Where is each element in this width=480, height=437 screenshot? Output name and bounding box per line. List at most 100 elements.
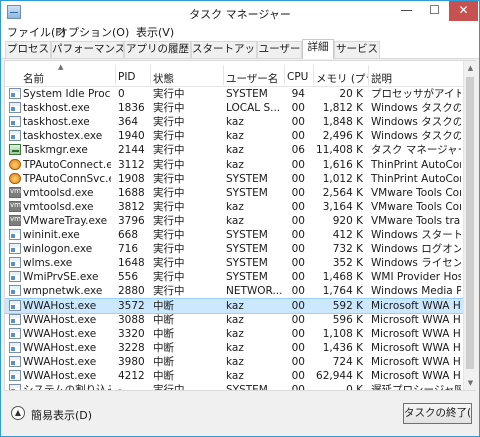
table-row[interactable]: wlms.exe 1648 実行中 SYSTEM 00 352 K Windows ライセン… [5, 256, 463, 270]
column-divider[interactable] [368, 65, 369, 85]
tab-startup[interactable]: スタートアップ [191, 41, 257, 58]
process-cpu: 00 [291, 257, 305, 269]
title-bar[interactable]: タスク マネージャー — ☐ ✕ [1, 1, 479, 23]
vmware-icon [9, 215, 21, 226]
column-divider[interactable] [313, 65, 314, 85]
process-status: 実行中 [153, 116, 185, 128]
process-description: 遅延プロシージャ呼び... [371, 384, 461, 390]
table-row[interactable]: System Idle Process 0 実行中 SYSTEM 94 20 K プロセッサ… [5, 87, 463, 101]
table-row[interactable]: VMwareTray.exe 3796 実行中 kaz 00 920 K VMware To… [5, 214, 463, 228]
table-row[interactable]: Taskmgr.exe 2144 実行中 kaz 06 11,408 K タスク マネージャ… [5, 143, 463, 157]
tab-details[interactable]: 詳細 [302, 39, 334, 59]
table-row[interactable]: taskhostex.exe 1940 実行中 kaz 00 2,496 K Windows… [5, 129, 463, 143]
tab-app-history[interactable]: アプリの履歴 [124, 41, 191, 58]
table-row[interactable]: TPAutoConnSvc.exe 1908 実行中 SYSTEM 00 1,012 K T… [5, 172, 463, 186]
process-memory: 62,944 K [316, 370, 363, 382]
table-row[interactable]: WWAHost.exe 3228 中断 kaz 00 1,436 K Microsoft W… [5, 341, 463, 355]
process-description: Microsoft WWA H... [371, 356, 461, 368]
table-row[interactable]: システムの割り込み - 実行中 SYSTEM 00 0 K 遅延プロシージャ呼び... [5, 383, 463, 390]
process-pid: 3796 [118, 215, 145, 227]
table-row[interactable]: wmpnetwk.exe 2880 実行中 NETWOR... 00 1,764 K Win… [5, 284, 463, 298]
process-description: Windows タスクのホ... [371, 116, 461, 128]
column-header-cpu[interactable]: CPU [287, 71, 311, 83]
tab-users[interactable]: ユーザー [257, 41, 302, 58]
end-task-button[interactable]: タスクの終了(E) [403, 403, 472, 424]
table-header: ▲ 名前 PID 状態 ユーザー名 CPU メモリ (プラ... 説明 [5, 61, 463, 87]
chevron-up-icon[interactable]: ▲ [11, 406, 25, 420]
table-row[interactable]: WWAHost.exe 3980 中断 kaz 00 724 K Microsoft WWA… [5, 355, 463, 369]
column-divider[interactable] [150, 65, 151, 85]
tab-processes[interactable]: プロセス [5, 41, 51, 58]
process-user: kaz [226, 300, 244, 312]
process-description: タスク マネージャー [371, 144, 461, 156]
menu-options[interactable]: オプション(O) [57, 24, 129, 40]
maximize-button[interactable]: ☐ [421, 1, 448, 21]
process-name: WWAHost.exe [23, 370, 97, 382]
table-row[interactable]: taskhost.exe 1836 実行中 LOCAL S... 00 1,812 K Wi… [5, 101, 463, 115]
table-row[interactable]: WWAHost.exe 3572 中断 kaz 00 592 K Microsoft WWA… [5, 298, 463, 314]
process-memory: 2,564 K [322, 187, 363, 199]
process-status: 中断 [153, 356, 174, 368]
column-header-name[interactable]: 名前 [23, 71, 113, 86]
scroll-thumb[interactable] [466, 77, 474, 369]
minimize-button[interactable]: — [393, 1, 420, 21]
process-status: 実行中 [153, 187, 185, 199]
scroll-down-icon[interactable]: ▼ [464, 376, 477, 390]
process-cpu: 00 [291, 271, 305, 283]
table-row[interactable]: vmtoolsd.exe 3812 実行中 kaz 00 3,164 K VMware To… [5, 200, 463, 214]
process-pid: 3980 [118, 356, 145, 368]
process-cpu: 00 [291, 300, 305, 312]
column-divider[interactable] [284, 65, 285, 85]
process-name: TPAutoConnect.exe [23, 159, 111, 171]
process-description: VMware Tools Cor... [371, 187, 461, 199]
tab-services[interactable]: サービス [334, 41, 380, 58]
process-name: taskhost.exe [23, 102, 90, 114]
process-status: 実行中 [153, 88, 185, 100]
process-name: WWAHost.exe [23, 356, 97, 368]
process-name: winlogon.exe [23, 243, 93, 255]
process-pid: 1908 [118, 173, 145, 185]
column-header-pid[interactable]: PID [118, 71, 150, 83]
process-memory: 1,616 K [322, 159, 363, 171]
process-name: システムの割り込み [23, 384, 111, 390]
column-divider[interactable] [115, 65, 116, 85]
column-header-memory[interactable]: メモリ (プラ... [316, 71, 368, 86]
close-button[interactable]: ✕ [449, 1, 478, 21]
column-header-user[interactable]: ユーザー名 [226, 71, 284, 86]
vertical-scrollbar[interactable]: ▲ ▼ [463, 61, 476, 390]
table-row[interactable]: WWAHost.exe 3320 中断 kaz 00 1,108 K Microsoft W… [5, 327, 463, 341]
process-pid: 1836 [118, 102, 145, 114]
table-row[interactable]: TPAutoConnect.exe 3112 実行中 kaz 00 1,616 K Thin… [5, 158, 463, 172]
process-pid: 3228 [118, 342, 145, 354]
footer: ▲ 簡易表示(D) タスクの終了(E) [1, 393, 479, 436]
process-pid: 716 [118, 243, 139, 255]
process-name: vmtoolsd.exe [23, 201, 94, 213]
menu-view[interactable]: 表示(V) [136, 24, 174, 40]
column-divider[interactable] [223, 65, 224, 85]
tab-performance[interactable]: パフォーマンス [51, 41, 124, 58]
table-row[interactable]: vmtoolsd.exe 1688 実行中 SYSTEM 00 2,564 K VMware… [5, 186, 463, 200]
table-row[interactable]: taskhost.exe 364 実行中 kaz 00 1,848 K Windows タス… [5, 115, 463, 129]
column-header-status[interactable]: 状態 [153, 71, 223, 86]
process-description: VMware Tools Cor... [371, 201, 461, 213]
table-row[interactable]: WWAHost.exe 3088 中断 kaz 00 596 K Microsoft WWA… [5, 313, 463, 327]
process-pid: 3812 [118, 201, 145, 213]
process-description: Microsoft WWA H... [371, 328, 461, 340]
column-header-description[interactable]: 説明 [371, 71, 461, 86]
window-app-icon [9, 328, 21, 339]
process-user: kaz [226, 201, 244, 213]
table-row[interactable]: winlogon.exe 716 実行中 SYSTEM 00 732 K Windows ロ… [5, 242, 463, 256]
task-manager-window: タスク マネージャー — ☐ ✕ ファイル(F) オプション(O) 表示(V) … [0, 0, 480, 437]
fewer-details-button[interactable]: 簡易表示(D) [31, 407, 92, 423]
process-pid: - [118, 384, 122, 390]
process-description: Microsoft WWA H... [371, 342, 461, 354]
process-pid: 4212 [118, 370, 145, 382]
scroll-up-icon[interactable]: ▲ [464, 61, 477, 75]
process-name: WWAHost.exe [23, 328, 97, 340]
process-memory: 412 K [332, 229, 363, 241]
process-memory: 592 K [332, 300, 363, 312]
process-name: WWAHost.exe [23, 342, 97, 354]
table-row[interactable]: WmiPrvSE.exe 556 実行中 SYSTEM 00 1,468 K WMI Pro… [5, 270, 463, 284]
table-row[interactable]: wininit.exe 668 実行中 SYSTEM 00 412 K Windows スタ… [5, 228, 463, 242]
table-row[interactable]: WWAHost.exe 4212 中断 kaz 00 62,944 K Microsoft … [5, 369, 463, 383]
